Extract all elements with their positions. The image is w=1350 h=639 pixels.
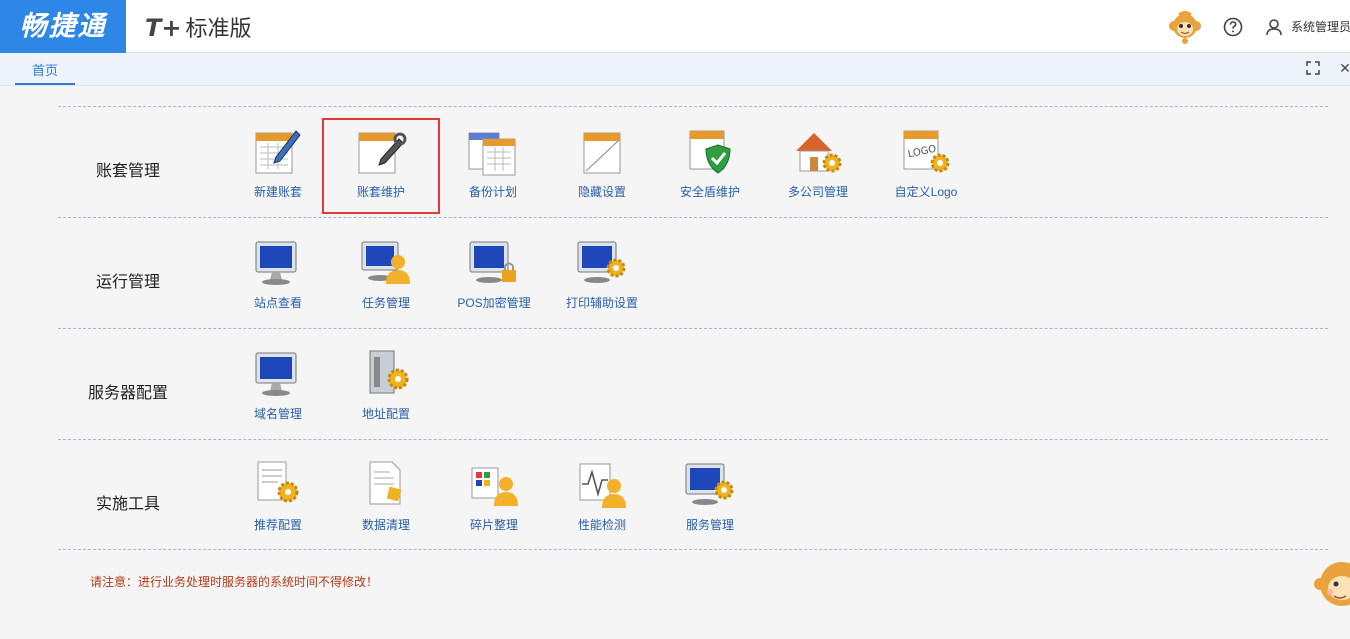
section-title: 实施工具 [95,496,160,513]
item-site-view[interactable]: 站点查看 [230,236,326,316]
item-label: 域名管理 [253,407,302,421]
section-account-management: 账套管理 新建账套 账套维护 备份计划 隐藏设置 安全盾维护 多公司管理 LOG… [58,106,1328,217]
performance-check-icon [579,463,626,508]
item-label: 隐藏设置 [577,185,626,199]
item-service-management[interactable]: 服务管理 [662,458,758,538]
pos-encryption-icon [469,241,516,283]
main-content: 账套管理 新建账套 账套维护 备份计划 隐藏设置 安全盾维护 多公司管理 LOG… [58,86,1350,639]
item-performance-check[interactable]: 性能检测 [554,458,650,538]
multi-company-icon [796,133,842,173]
item-data-cleanup[interactable]: 数据清理 [338,458,434,538]
item-label: 备份计划 [468,185,517,199]
service-management-icon [685,463,734,505]
item-label: 安全盾维护 [679,185,740,199]
site-view-icon [255,241,297,285]
item-label: 多公司管理 [787,185,848,199]
item-custom-logo[interactable]: LOGO 自定义Logo [878,125,974,205]
account-maintenance-icon [358,132,407,174]
item-label: 站点查看 [253,296,302,310]
item-hide-settings[interactable]: 隐藏设置 [554,125,650,205]
user-icon[interactable] [1265,18,1283,36]
product-edition: 标准版 [185,17,252,42]
top-bar: 畅捷通 T+ 标准版 系统管理员 [0,0,1350,53]
recommended-config-icon [257,461,299,503]
data-cleanup-icon [369,461,402,505]
monkey-mascot-icon[interactable] [1167,9,1203,45]
item-label: 推荐配置 [253,518,302,532]
user-name[interactable]: 系统管理员 [1291,18,1350,35]
item-recommended-config[interactable]: 推荐配置 [230,458,326,538]
item-label: 性能检测 [577,518,626,532]
address-config-icon [369,350,409,394]
item-backup-plan[interactable]: 备份计划 [445,125,541,205]
item-defragment[interactable]: 碎片整理 [446,458,542,538]
item-account-maintenance[interactable]: 账套维护 [322,118,440,214]
section-divider [58,549,1328,550]
product-prefix: T+ [145,14,182,42]
security-shield-icon [689,130,731,174]
item-label: 数据清理 [361,518,410,532]
item-label: 新建账套 [253,185,302,199]
item-pos-encryption[interactable]: POS加密管理 [446,236,542,316]
defragment-icon [471,467,518,506]
section-title: 服务器配置 [87,385,168,402]
item-security-shield[interactable]: 安全盾维护 [662,125,758,205]
hide-settings-icon [583,132,621,174]
item-label: 碎片整理 [469,518,518,532]
task-management-icon [361,241,410,284]
item-label: POS加密管理 [457,296,531,310]
item-label: 服务管理 [685,518,734,532]
section-title: 运行管理 [95,274,160,291]
item-domain-management[interactable]: 域名管理 [230,347,326,427]
brand-logo: 畅捷通 [0,0,126,53]
close-icon[interactable]: ✕ [1337,60,1350,76]
item-label: 打印辅助设置 [565,296,638,310]
section-runtime-management: 运行管理 站点查看 任务管理 POS加密管理 打印辅助设置 [58,217,1328,328]
monkey-assistant-icon[interactable] [1314,558,1350,610]
item-label: 自定义Logo [894,185,958,199]
backup-plan-icon [468,132,516,176]
tab-bar: 首页 ✕ [0,53,1350,86]
header-actions: 系统管理员 [1167,0,1350,53]
section-implementation-tools: 实施工具 推荐配置 数据清理 碎片整理 性能检测 服务管理 [58,439,1328,550]
product-title: T+ 标准版 [145,0,252,53]
item-label: 账套维护 [356,185,405,199]
tab-home[interactable]: 首页 [15,53,75,85]
section-server-config: 服务器配置 域名管理 地址配置 [58,328,1328,439]
item-label: 地址配置 [361,407,410,421]
new-account-icon [255,130,301,174]
item-address-config[interactable]: 地址配置 [338,347,434,427]
custom-logo-icon: LOGO [903,130,950,173]
item-new-account[interactable]: 新建账套 [230,125,326,205]
fullscreen-icon[interactable] [1305,60,1321,76]
section-title: 账套管理 [95,163,160,180]
item-label: 任务管理 [361,296,410,310]
item-task-management[interactable]: 任务管理 [338,236,434,316]
help-icon[interactable] [1223,17,1243,37]
item-print-assist[interactable]: 打印辅助设置 [554,236,650,316]
notice-text: 请注意：进行业务处理时服务器的系统时间不得修改！ [90,575,379,589]
item-multi-company[interactable]: 多公司管理 [770,125,866,205]
domain-management-icon [255,352,297,396]
print-assist-icon [577,241,626,283]
